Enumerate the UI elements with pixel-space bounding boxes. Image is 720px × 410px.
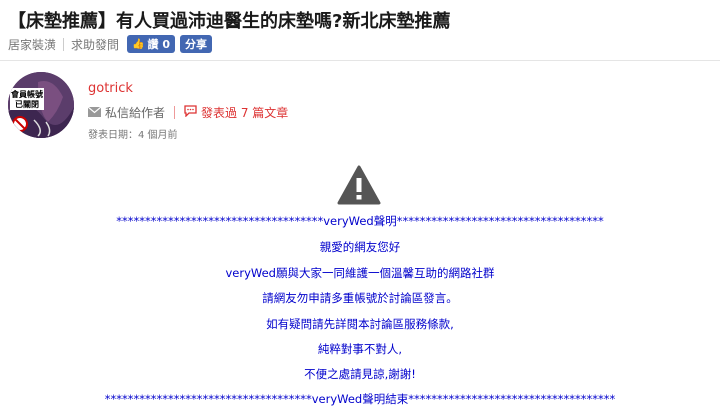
notice-line: 如有疑問請先詳閱本討論區服務條款, — [266, 317, 454, 331]
author-name[interactable]: gotrick — [88, 81, 133, 96]
notice-footer: ************************************very… — [104, 392, 616, 406]
category-link[interactable]: 居家裝潢 — [8, 36, 56, 53]
warning-icon — [337, 165, 381, 209]
subcategory-link[interactable]: 求助發問 — [71, 36, 119, 53]
facebook-like-button[interactable]: 👍 讚 0 — [127, 35, 175, 53]
divider — [63, 37, 65, 51]
divider — [174, 106, 176, 119]
mail-icon — [87, 106, 102, 120]
post-date: 發表日期：4 個月前 — [88, 130, 178, 141]
svg-text:會員帳號: 會員帳號 — [10, 89, 43, 99]
svg-text:已關閉: 已關閉 — [15, 99, 39, 109]
header-divider — [0, 60, 720, 61]
notice-line: 親愛的網友您好 — [319, 240, 401, 254]
facebook-share-button[interactable]: 分享 — [179, 35, 212, 53]
breadcrumb: 居家裝潢 求助發問 👍 讚 0 分享 — [8, 35, 212, 53]
author-posts-link[interactable]: 發表過 7 篇文章 — [201, 104, 288, 121]
notice-line: 請網友勿申請多重帳號於討論區發言。 — [262, 291, 458, 305]
notice-line: 不便之處請見諒,謝謝! — [304, 367, 416, 381]
avatar-image: 會員帳號 已關閉 — [8, 72, 74, 138]
notice-line: 純粹對事不對人, — [317, 342, 403, 356]
chat-bubble-icon — [184, 105, 197, 120]
page-title: 【床墊推薦】有人買過沛迪醫生的床墊嗎?新北床墊推薦 — [8, 11, 451, 32]
thumbs-up-icon: 👍 — [132, 38, 145, 50]
avatar[interactable]: 會員帳號 已關閉 — [8, 72, 74, 138]
notice-header: ************************************very… — [116, 214, 604, 228]
notice-line: veryWed願與大家一同維護一個溫馨互助的網路社群 — [225, 266, 495, 280]
author-actions: 私信給作者 發表過 7 篇文章 — [87, 104, 288, 121]
message-author-link[interactable]: 私信給作者 — [105, 104, 165, 121]
like-label: 讚 0 — [147, 38, 170, 51]
